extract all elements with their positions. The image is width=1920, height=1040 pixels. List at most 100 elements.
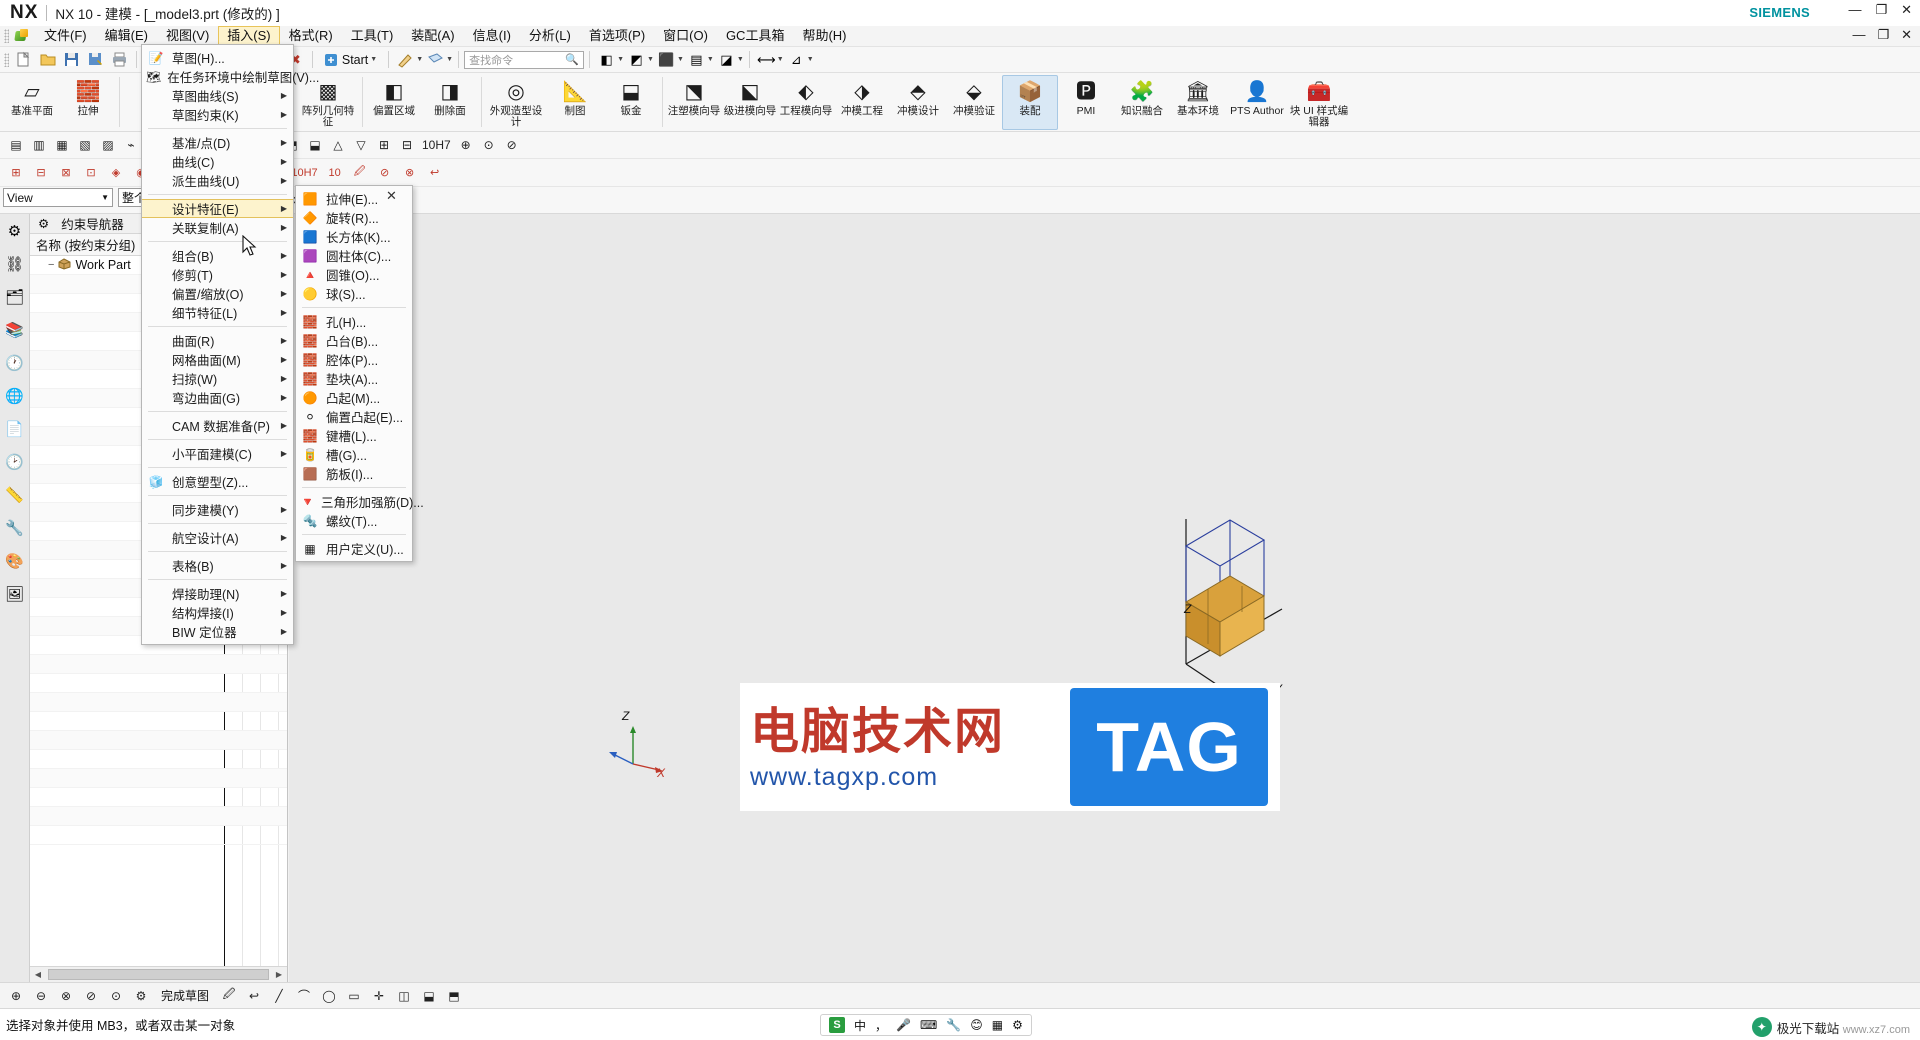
search-icon[interactable]: 🔍 — [565, 53, 579, 66]
row3-button-13[interactable]: ⊘ — [374, 162, 396, 184]
menu-item-design_feature_submenu-9[interactable]: 🧱 垫块(A)... — [296, 369, 412, 388]
row2-button-5[interactable]: ⌁ — [120, 134, 142, 156]
menu-10[interactable]: 窗口(O) — [654, 26, 717, 46]
close-button[interactable]: ✕ — [1901, 3, 1912, 17]
menu-item-insert_menu-23[interactable]: 焊接助理(N) ▶ — [142, 584, 293, 603]
menu-item-design_feature_submenu-6[interactable]: 🧱 孔(H)... — [296, 312, 412, 331]
process-studio-icon[interactable]: 🕑 — [4, 451, 26, 473]
bottom-toolbar-button-15[interactable]: ⬒ — [443, 985, 465, 1007]
menu-8[interactable]: 分析(L) — [520, 26, 580, 46]
menu-item-insert_menu-6[interactable]: 派生曲线(U) ▶ — [142, 171, 293, 190]
menu-item-insert_menu-1[interactable]: 🗺 在任务环境中绘制草图(V)... — [142, 67, 319, 86]
history-icon[interactable]: 🕐 — [4, 352, 26, 374]
menu-item-insert_menu-22[interactable]: 表格(B) ▶ — [142, 556, 293, 575]
ime-mode[interactable]: 中 — [854, 1017, 866, 1034]
menu-item-insert_menu-24[interactable]: 结构焊接(I) ▶ — [142, 603, 293, 622]
row3-button-2[interactable]: ⊠ — [55, 162, 77, 184]
part-navigator-icon[interactable]: 🗂 — [4, 286, 26, 308]
menu-item-insert_menu-14[interactable]: 网格曲面(M) ▶ — [142, 350, 293, 369]
menu-item-insert_menu-5[interactable]: 曲线(C) ▶ — [142, 152, 293, 171]
open-file-icon[interactable] — [36, 49, 59, 71]
menu-1[interactable]: 编辑(E) — [96, 26, 157, 46]
menu-item-insert_menu-25[interactable]: BIW 定位器 ▶ — [142, 622, 293, 641]
ime-brand-icon[interactable]: S — [829, 1017, 845, 1033]
constraint-navigator-icon[interactable]: ⛓ — [4, 253, 26, 275]
bottom-toolbar-button-4[interactable]: ⊙ — [105, 985, 127, 1007]
navigator-horizontal-scrollbar[interactable]: ◀ ▶ — [30, 966, 287, 982]
menu-2[interactable]: 视图(V) — [157, 26, 218, 46]
analysis-caret-icon[interactable]: ▼ — [807, 56, 814, 63]
maximize-document-button[interactable]: ❐ — [1877, 28, 1889, 42]
menu-item-design_feature_submenu-11[interactable]: ⚪ 偏置凸起(E)... — [296, 407, 412, 426]
menu-4[interactable]: 格式(R) — [280, 26, 342, 46]
scroll-right-icon[interactable]: ▶ — [271, 970, 287, 979]
application-icon[interactable] — [13, 28, 30, 44]
ribbon-button-2-1[interactable]: ◨ 删除面 — [422, 75, 478, 130]
ribbon-button-4-6[interactable]: 📦 装配 — [1002, 75, 1058, 130]
menu-item-insert_menu-8[interactable]: 关联复制(A) ▶ — [142, 218, 293, 237]
row2-button-16[interactable]: ⊞ — [373, 134, 395, 156]
menu-7[interactable]: 信息(I) — [464, 26, 520, 46]
ribbon-button-3-0[interactable]: ◎ 外观造型设计 — [485, 75, 547, 130]
ime-mic-icon[interactable]: 🎤 — [896, 1018, 911, 1032]
row2-button-20[interactable]: ⊙ — [478, 134, 500, 156]
navigator-empty-row[interactable] — [30, 655, 287, 674]
row2-button-0[interactable]: ▤ — [5, 134, 27, 156]
bottom-toolbar-button-3[interactable]: ⊘ — [80, 985, 102, 1007]
ribbon-button-4-2[interactable]: ⬖ 工程模向导 — [778, 75, 834, 130]
navigator-empty-row[interactable] — [30, 750, 287, 769]
orient-view-caret-icon[interactable]: ▼ — [677, 56, 684, 63]
menu-item-insert_menu-3[interactable]: 草图约束(K) ▶ — [142, 105, 293, 124]
close-document-button[interactable]: ✕ — [1901, 28, 1912, 42]
web-browser-icon[interactable]: 🌐 — [4, 385, 26, 407]
menu-item-design_feature_submenu-15[interactable]: 🔻 三角形加强筋(D)... — [296, 492, 424, 511]
start-menu-button[interactable]: Start ▼ — [318, 51, 383, 69]
ribbon-button-0-0[interactable]: ▱ 基准平面 — [4, 75, 60, 130]
system-scene-icon[interactable]: 🔧 — [4, 517, 26, 539]
view-style-icon[interactable]: ◧ — [595, 49, 618, 71]
menu-item-design_feature_submenu-4[interactable]: 🔺 圆锥(O)... — [296, 265, 412, 284]
render-style-icon[interactable]: ◩ — [625, 49, 648, 71]
role-icon[interactable]: 📏 — [4, 484, 26, 506]
menu-item-insert_menu-17[interactable]: CAM 数据准备(P) ▶ — [142, 416, 293, 435]
menu-item-design_feature_submenu-13[interactable]: 🥫 槽(G)... — [296, 445, 412, 464]
navigator-empty-row[interactable] — [30, 674, 287, 693]
navigator-empty-row[interactable] — [30, 788, 287, 807]
submenu-close-icon[interactable]: ✕ — [386, 188, 397, 204]
row3-button-0[interactable]: ⊞ — [5, 162, 27, 184]
save-icon[interactable] — [60, 49, 83, 71]
navigator-empty-row[interactable] — [30, 769, 287, 788]
ime-grid-icon[interactable]: ▦ — [992, 1018, 1003, 1032]
print-icon[interactable] — [108, 49, 131, 71]
row3-button-12[interactable]: 🖉 — [349, 162, 371, 184]
scroll-thumb[interactable] — [48, 969, 269, 980]
menu-5[interactable]: 工具(T) — [342, 26, 403, 46]
menu-item-insert_menu-0[interactable]: 📝 草图(H)... — [142, 48, 293, 67]
row3-button-4[interactable]: ◈ — [105, 162, 127, 184]
system-visual-icon[interactable]: 🖼 — [4, 583, 26, 605]
row2-button-15[interactable]: ▽ — [350, 134, 372, 156]
reuse-library-icon[interactable]: 📚 — [4, 319, 26, 341]
menu-item-design_feature_submenu-12[interactable]: 🧱 键槽(L)... — [296, 426, 412, 445]
layer-caret-icon[interactable]: ▼ — [707, 56, 714, 63]
menu-6[interactable]: 装配(A) — [402, 26, 463, 46]
menu-grip[interactable] — [4, 29, 9, 43]
chevron-down-icon[interactable]: ▼ — [101, 193, 109, 202]
menu-item-insert_menu-18[interactable]: 小平面建模(C) ▶ — [142, 444, 293, 463]
row3-button-14[interactable]: ⊗ — [399, 162, 421, 184]
menu-item-design_feature_submenu-1[interactable]: 🔶 旋转(R)... — [296, 208, 412, 227]
menu-item-insert_menu-16[interactable]: 弯边曲面(G) ▶ — [142, 388, 293, 407]
menu-item-design_feature_submenu-8[interactable]: 🧱 腔体(P)... — [296, 350, 412, 369]
bottom-toolbar-button-0[interactable]: ⊕ — [5, 985, 27, 1007]
ime-punctuation[interactable]: ， — [875, 1017, 887, 1034]
view-style-caret-icon[interactable]: ▼ — [617, 56, 624, 63]
navigator-empty-row[interactable] — [30, 712, 287, 731]
graphics-viewport[interactable]: Z Y X Z X 电脑技术网 www.tagxp.com TAG — [289, 214, 1920, 982]
menu-3[interactable]: 插入(S) — [218, 26, 280, 46]
menu-9[interactable]: 首选项(P) — [580, 26, 654, 46]
menu-item-design_feature_submenu-2[interactable]: 🟦 长方体(K)... — [296, 227, 412, 246]
minimize-button[interactable]: — — [1848, 3, 1861, 17]
ribbon-button-4-3[interactable]: ⬗ 冲模工程 — [834, 75, 890, 130]
ribbon-button-4-0[interactable]: ⬔ 注塑模向导 — [666, 75, 722, 130]
ime-toolbar[interactable]: S 中 ， 🎤 ⌨ 🔧 😊 ▦ ⚙ — [820, 1014, 1032, 1036]
